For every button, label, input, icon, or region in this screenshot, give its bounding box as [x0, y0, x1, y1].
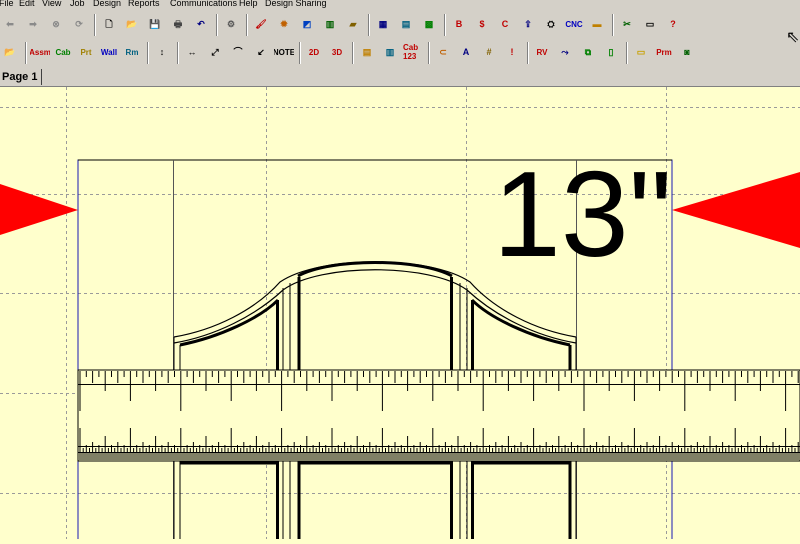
camera-icon[interactable]: ◙ [677, 42, 697, 62]
open-folder-icon[interactable]: 📂 [122, 14, 142, 34]
paint-icon[interactable]: 🖌 [251, 14, 271, 34]
part-button[interactable]: Prt [76, 42, 96, 62]
cabinet-button[interactable]: Cab [53, 42, 73, 62]
cabinet-list-icon[interactable]: ▦ [373, 14, 393, 34]
edit-open-icon[interactable]: 📂 [0, 42, 20, 62]
hash-grid-icon[interactable]: # [479, 42, 499, 62]
menu-communications[interactable]: Communications [170, 0, 237, 9]
toolbar-separator [216, 14, 218, 36]
right-dimension-arrow [672, 172, 800, 248]
toolbar-separator [246, 14, 248, 36]
stop-icon[interactable]: ⊗ [46, 14, 66, 34]
refresh-icon[interactable]: ⟳ [69, 14, 89, 34]
undo-icon[interactable]: ↶ [191, 14, 211, 34]
toolbar-separator [25, 42, 27, 64]
machine-icon[interactable]: ⛭ [541, 14, 561, 34]
design-toolbar: 📂 Assm Cab Prt Wall Rm ↕ ↔ ⤢ ⌒ ↙ NOTE 2D 3D ▤ ▥ Cab 123 ⊂… [0, 38, 800, 68]
arc-dimension-icon[interactable]: ⌒ [228, 42, 248, 62]
tab-page-1[interactable]: Page 1 [0, 69, 43, 85]
menu-help[interactable]: Help [239, 0, 258, 9]
help-icon[interactable]: ? [663, 14, 683, 34]
light-icon[interactable]: ✹ [274, 14, 294, 34]
angle-dimension-icon[interactable]: ⤢ [205, 42, 225, 62]
folder-icon[interactable]: ▭ [631, 42, 651, 62]
toolbar-separator [612, 14, 614, 36]
tools-icon[interactable]: ✂ [617, 14, 637, 34]
layout-panel-icon[interactable]: ▤ [357, 42, 377, 62]
toolbar-separator [626, 42, 628, 64]
menu-edit[interactable]: Edit [19, 0, 35, 9]
menu-view[interactable]: View [42, 0, 61, 9]
assembly-button[interactable]: Assm [30, 42, 50, 62]
main-toolbar: ⬅ ➡ ⊗ ⟳ 🗋 📂 💾 🖶 ↶ ⚙ 🖌 ✹ ◩ ▥ ▰ ▦ ▤ ▩ B $ C ⇪ ⛭ CNC ▬ ✂ ▭? [0, 10, 800, 40]
elevation-panel-icon[interactable]: ▥ [380, 42, 400, 62]
room-button[interactable]: Rm [122, 42, 142, 62]
menu-file[interactable]: File [0, 0, 14, 9]
leader-icon[interactable]: ↙ [251, 42, 271, 62]
marker-icon[interactable]: ! [502, 42, 522, 62]
horizontal-dimension-icon[interactable]: ↔ [182, 42, 202, 62]
report-b-icon[interactable]: B [449, 14, 469, 34]
grid-lines [0, 87, 800, 539]
toolbar-separator [444, 14, 446, 36]
rv-icon[interactable]: RV [532, 42, 552, 62]
toolbar-separator [147, 42, 149, 64]
export-icon[interactable]: ⇪ [518, 14, 538, 34]
walk-icon[interactable]: ⤳ [555, 42, 575, 62]
menu-job[interactable]: Job [70, 0, 85, 9]
doors-icon[interactable]: ▥ [320, 14, 340, 34]
report-c-icon[interactable]: C [495, 14, 515, 34]
menu-design-sharing[interactable]: Design Sharing [265, 0, 327, 9]
layout-icon[interactable]: ▤ [396, 14, 416, 34]
view-2d-button[interactable]: 2D [304, 42, 324, 62]
settings-icon[interactable]: ⚙ [221, 14, 241, 34]
book-icon[interactable]: ▰ [343, 14, 363, 34]
cabinet-detail-icon[interactable]: ▯ [601, 42, 621, 62]
vertical-dimension-icon[interactable]: ↕ [152, 42, 172, 62]
ruler [77, 369, 800, 462]
prm-button[interactable]: Prm [654, 42, 674, 62]
optimizer-icon[interactable]: ▬ [587, 14, 607, 34]
toolbar-separator [94, 14, 96, 36]
parts-icon[interactable]: ⧉ [578, 42, 598, 62]
save-icon[interactable]: 💾 [145, 14, 165, 34]
slideshow-icon[interactable]: ▭ [640, 14, 660, 34]
toolbar-separator [352, 42, 354, 64]
menu-reports[interactable]: Reports [128, 0, 160, 9]
dimension-label: 13" [493, 146, 672, 282]
menu-design[interactable]: Design [93, 0, 121, 9]
cnc-icon[interactable]: CNC [564, 14, 584, 34]
elevation-icon[interactable]: ◩ [297, 14, 317, 34]
back-icon[interactable]: ⬅ [0, 14, 20, 34]
print-icon[interactable]: 🖶 [168, 14, 188, 34]
cab-123-button[interactable]: Cab 123 [403, 42, 423, 62]
forward-icon[interactable]: ➡ [23, 14, 43, 34]
grid-icon[interactable]: ▩ [419, 14, 439, 34]
page-tab-bar: Page 1 [0, 68, 800, 87]
toolbar-separator [368, 14, 370, 36]
elevation-drawing: 13" [0, 87, 800, 541]
toolbar-separator [299, 42, 301, 64]
link-icon[interactable]: ⊂ [433, 42, 453, 62]
view-3d-button[interactable]: 3D [327, 42, 347, 62]
mouse-cursor-icon: ⇖ [786, 29, 800, 46]
toolbar-separator [428, 42, 430, 64]
drawing-canvas[interactable]: 13" [0, 87, 800, 541]
text-icon[interactable]: A [456, 42, 476, 62]
report-s-icon[interactable]: $ [472, 14, 492, 34]
wall-button[interactable]: Wall [99, 42, 119, 62]
menu-bar: File Edit View Job Design Reports Communicatio… [0, 0, 800, 10]
new-file-icon[interactable]: 🗋 [99, 14, 119, 34]
toolbar-separator [527, 42, 529, 64]
note-icon[interactable]: NOTE [274, 42, 294, 62]
toolbar-separator [177, 42, 179, 64]
